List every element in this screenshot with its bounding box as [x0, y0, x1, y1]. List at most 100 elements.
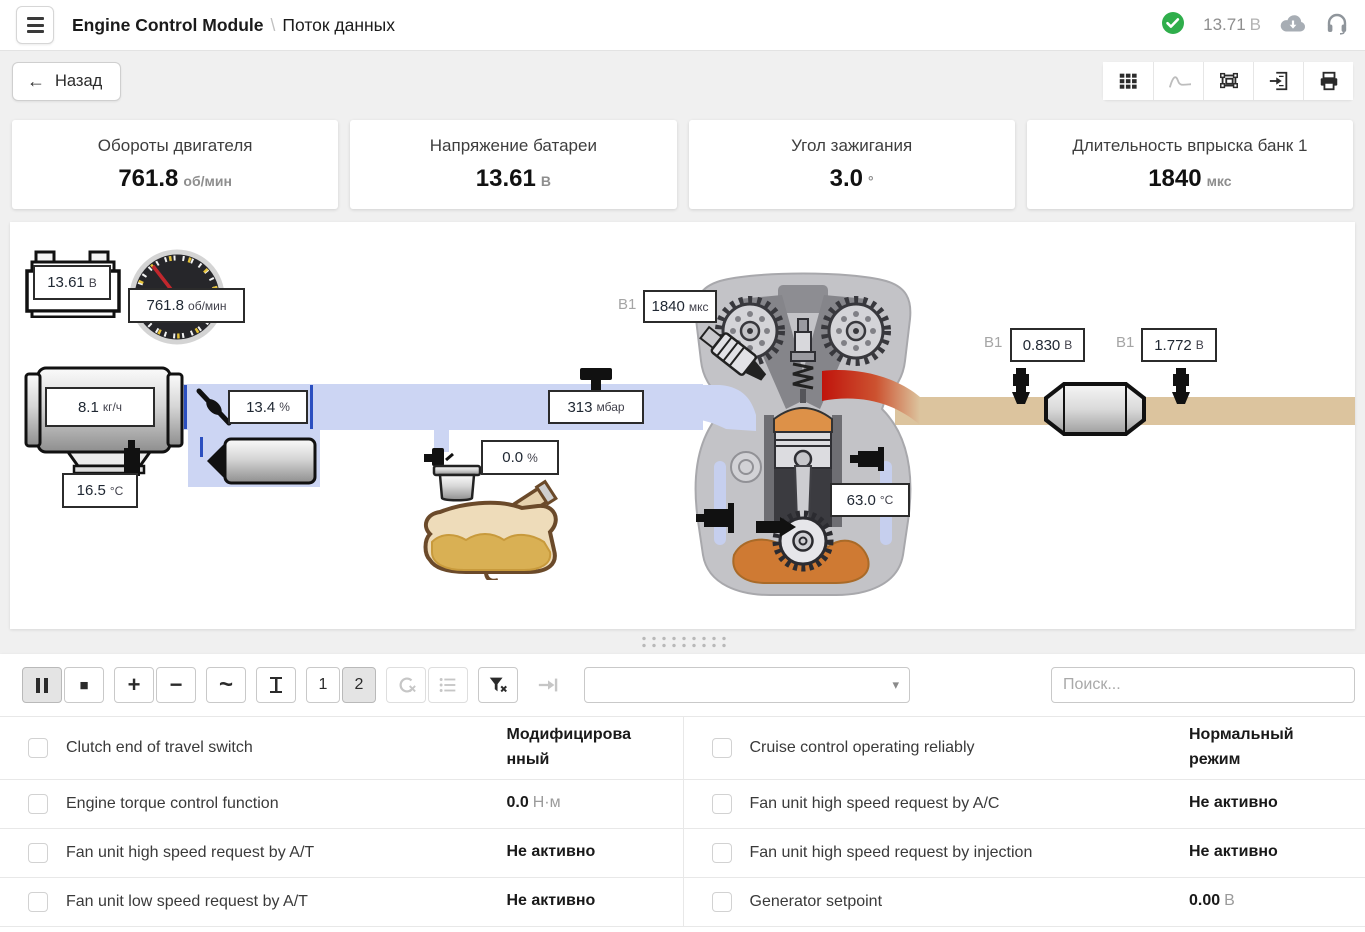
- card-injection-duration: Длительность впрыска банк 1 1840мкс: [1027, 120, 1353, 209]
- table-column-right: Cruise control operating reliably Нормал…: [683, 717, 1365, 927]
- param-value: Не активно: [507, 843, 596, 860]
- cloud-download-icon[interactable]: [1279, 12, 1307, 39]
- param-value: Модифицированный: [507, 726, 631, 768]
- minus-icon: −: [170, 672, 183, 698]
- param-unit: Н·м: [533, 794, 561, 811]
- table-row[interactable]: Fan unit high speed request by injection…: [684, 829, 1365, 878]
- group-select[interactable]: ▾: [584, 667, 910, 703]
- map-pressure-box: 313мбар: [548, 390, 644, 424]
- clear-values-button[interactable]: [386, 667, 426, 703]
- back-arrow-icon: ←: [27, 71, 45, 92]
- o2-post-voltage-box: 1.772В: [1141, 328, 1217, 362]
- row-checkbox[interactable]: [712, 794, 732, 814]
- row-checkbox[interactable]: [28, 794, 48, 814]
- o2-pre-bank-label: B1: [984, 334, 1002, 351]
- top-header: Engine Control Module \ Поток данных 13.…: [0, 0, 1365, 51]
- row-checkbox[interactable]: [28, 892, 48, 912]
- menu-icon[interactable]: [16, 6, 54, 44]
- panel-splitter: [0, 629, 1365, 654]
- table-row[interactable]: Engine torque control function 0.0Н·м: [0, 780, 683, 829]
- plus-icon: +: [128, 672, 141, 698]
- parameters-table: Clutch end of travel switch Модифицирова…: [0, 716, 1365, 927]
- oil-reservoir-icon: [412, 468, 567, 580]
- table-row[interactable]: Fan unit low speed request by A/T Не акт…: [0, 878, 683, 927]
- table-row[interactable]: Clutch end of travel switch Модифицирова…: [0, 717, 683, 780]
- list-mode-button[interactable]: [428, 667, 468, 703]
- row-checkbox[interactable]: [28, 843, 48, 863]
- o2-sensor-pre-icon: [1008, 368, 1034, 406]
- idle-marker: [200, 437, 203, 457]
- battery-voltage-status: 13.71В: [1203, 15, 1261, 35]
- param-name: Generator setpoint: [750, 893, 1190, 911]
- stop-button[interactable]: ■: [64, 667, 104, 703]
- columns-1-button[interactable]: 1: [306, 667, 340, 703]
- decrease-font-button[interactable]: −: [156, 667, 196, 703]
- card-ignition-angle: Угол зажигания 3.0°: [689, 120, 1015, 209]
- nav-toolbar: ← Назад: [0, 51, 1365, 111]
- row-checkbox[interactable]: [712, 892, 732, 912]
- columns-2-button[interactable]: 2: [342, 667, 376, 703]
- increase-font-button[interactable]: +: [114, 667, 154, 703]
- battery-voltage-box: 13.61В: [33, 265, 111, 300]
- go-to-end-button[interactable]: [528, 667, 568, 703]
- card-battery-voltage: Напряжение батареи 13.61В: [350, 120, 676, 209]
- pause-button[interactable]: [22, 667, 62, 703]
- page-title: Поток данных: [282, 15, 395, 36]
- smoothing-button[interactable]: ~: [206, 667, 246, 703]
- param-value: Нормальный режим: [1189, 726, 1294, 768]
- engine-illustration: [686, 269, 920, 599]
- row-height-button[interactable]: [256, 667, 296, 703]
- o2-pre-voltage-box: 0.830В: [1010, 328, 1085, 362]
- data-list-panel: ■ + − ~ 1 2 ▾ Clutch end of travel switc…: [0, 654, 1365, 932]
- row-checkbox[interactable]: [712, 843, 732, 863]
- row-height-icon: [270, 677, 282, 693]
- list-toolbar: ■ + − ~ 1 2 ▾: [0, 654, 1365, 716]
- chart-view-button[interactable]: [1153, 62, 1203, 100]
- param-name: Engine torque control function: [66, 795, 507, 813]
- select-area-button[interactable]: [1203, 62, 1253, 100]
- clear-filter-button[interactable]: [478, 667, 518, 703]
- go-to-end-icon: [537, 674, 559, 696]
- table-row[interactable]: Fan unit high speed request by A/C Не ак…: [684, 780, 1365, 829]
- back-button[interactable]: ← Назад: [12, 62, 121, 101]
- splitter-drag-handle[interactable]: [639, 635, 727, 648]
- grid-view-button[interactable]: [1103, 62, 1153, 100]
- breadcrumb: Engine Control Module \ Поток данных: [72, 15, 395, 36]
- injection-bank-label: B1: [618, 296, 636, 313]
- param-name: Fan unit high speed request by A/T: [66, 844, 507, 862]
- o2-sensor-post-icon: [1168, 368, 1194, 406]
- headphones-icon[interactable]: [1325, 11, 1349, 40]
- param-name: Clutch end of travel switch: [66, 739, 507, 757]
- param-value: Не активно: [1189, 794, 1278, 811]
- param-name: Fan unit low speed request by A/T: [66, 893, 507, 911]
- list-icon: [437, 674, 459, 696]
- purge-duty-box: 0.0%: [481, 440, 559, 475]
- pause-icon: [36, 678, 49, 693]
- wave-icon: ~: [219, 680, 233, 690]
- table-row[interactable]: Fan unit high speed request by A/T Не ак…: [0, 829, 683, 878]
- row-checkbox[interactable]: [712, 738, 732, 758]
- map-sensor-icon: [578, 366, 614, 390]
- engine-rpm-box: 761.8об/мин: [128, 288, 245, 323]
- print-button[interactable]: [1303, 62, 1353, 100]
- engine-diagram-panel: 13.61В 761.8об/мин 8.1кг/ч 16.5°C 13.4%: [10, 222, 1355, 629]
- table-row[interactable]: Cruise control operating reliably Нормал…: [684, 717, 1365, 780]
- stop-icon: ■: [79, 677, 88, 694]
- filter-clear-icon: [487, 674, 509, 696]
- param-value: Не активно: [507, 892, 596, 909]
- dropdown-caret-icon: ▾: [892, 677, 899, 693]
- row-checkbox[interactable]: [28, 738, 48, 758]
- o2-post-bank-label: B1: [1116, 334, 1134, 351]
- throttle-position-box: 13.4%: [228, 390, 308, 424]
- module-title: Engine Control Module: [72, 15, 264, 36]
- metric-cards: Обороты двигателя 761.8об/мин Напряжение…: [12, 120, 1353, 209]
- search-input[interactable]: [1051, 667, 1355, 703]
- param-value: 0.0: [507, 794, 529, 811]
- param-name: Cruise control operating reliably: [750, 739, 1190, 757]
- catalytic-converter-icon: [1040, 380, 1150, 438]
- param-value: 0.00: [1189, 892, 1220, 909]
- export-report-button[interactable]: [1253, 62, 1303, 100]
- param-name: Fan unit high speed request by injection: [750, 844, 1190, 862]
- table-row[interactable]: Generator setpoint 0.00В: [684, 878, 1365, 927]
- param-unit: В: [1224, 892, 1235, 909]
